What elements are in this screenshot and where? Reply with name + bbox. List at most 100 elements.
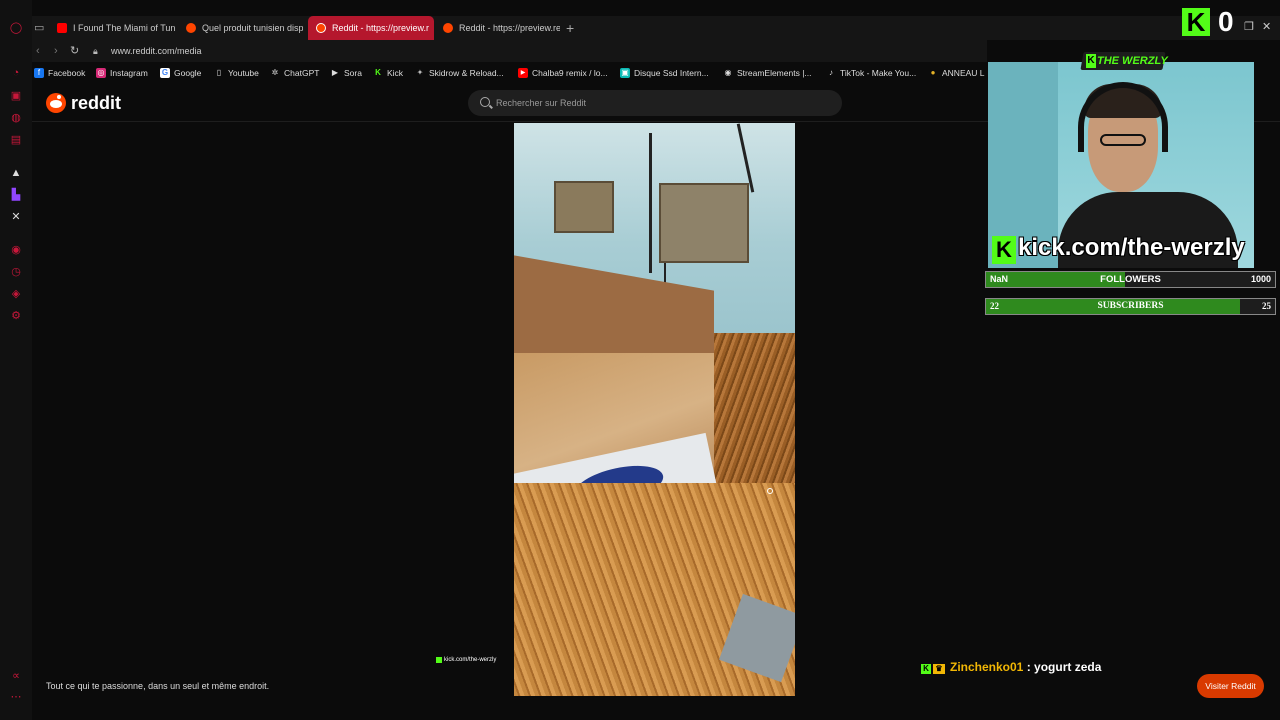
- reddit-tagline: Tout ce qui te passionne, dans un seul e…: [46, 681, 270, 691]
- followers-goal-bar: NaN FOLLOWERS 1000: [985, 271, 1276, 288]
- bookmark-label: TikTok - Make You...: [840, 68, 917, 78]
- bookmark-label: Facebook: [48, 68, 86, 78]
- kick-logo-icon: K: [1182, 8, 1210, 36]
- sora-icon: ▶: [331, 68, 339, 77]
- bookmark-youtube[interactable]: ▯ Youtube: [214, 66, 259, 80]
- streamer-name: THE WERZLY: [1097, 55, 1168, 67]
- address-bar: ‹ › ↻ 🔒︎ www.reddit.com/media: [32, 40, 987, 62]
- crown-badge-icon: ♛: [933, 664, 945, 674]
- bookmark-anneau[interactable]: ● ANNEAU L: [928, 66, 985, 80]
- bookmark-tiktok[interactable]: ♪ TikTok - Make You...: [826, 66, 916, 80]
- bookmark-label: StreamElements |...: [737, 68, 812, 78]
- bookmark-streamelements[interactable]: ◉ StreamElements |...: [723, 66, 812, 80]
- reddit-favicon-icon: [186, 23, 196, 33]
- bookmark-label: Disque Ssd Intern...: [634, 68, 709, 78]
- bookmark-skidrow[interactable]: ✦ Skidrow & Reload...: [415, 66, 504, 80]
- kick-k-icon: K: [1086, 54, 1096, 68]
- photo-electric-box: [659, 183, 749, 263]
- search-input[interactable]: [496, 95, 826, 111]
- bag-icon[interactable]: ▣: [9, 89, 23, 103]
- bookmark-label: ChatGPT: [284, 68, 320, 78]
- search-bar[interactable]: [468, 90, 842, 116]
- photo-outlet: [554, 181, 614, 233]
- player-icon[interactable]: ◉: [9, 243, 23, 257]
- bookmark-label: ANNEAU L: [942, 68, 985, 78]
- followers-title: FOLLOWERS: [1100, 274, 1161, 285]
- subscribers-target: 25: [1262, 301, 1271, 311]
- streamelements-icon: ◉: [724, 68, 732, 77]
- reddit-logo-icon[interactable]: [46, 93, 66, 113]
- reddit-wordmark[interactable]: reddit: [71, 92, 121, 114]
- restore-window-icon[interactable]: ❐: [1244, 20, 1254, 34]
- subscribers-title: SUBSCRIBERS: [1097, 301, 1164, 311]
- bookmark-label: Kick: [387, 68, 404, 78]
- settings-icon[interactable]: ⚙: [9, 309, 23, 323]
- new-tab-button[interactable]: +: [566, 20, 574, 36]
- close-window-icon[interactable]: ✕: [1262, 20, 1271, 34]
- bookmark-chalba9[interactable]: ▶ Chalba9 remix / lo...: [518, 66, 608, 80]
- bookmark-chatgpt[interactable]: ✲ ChatGPT: [270, 66, 320, 80]
- kick-viewer-count: 0: [1218, 6, 1234, 37]
- pinboard-icon[interactable]: ▤: [9, 133, 23, 147]
- search-icon: [480, 97, 490, 107]
- tab-1[interactable]: Quel produit tunisien disp: [178, 16, 303, 40]
- youtube-favicon-icon: [57, 23, 67, 33]
- opera-logo-icon[interactable]: ◯: [9, 21, 23, 35]
- chat-message: K ♛ Zinchenko01 : yogurt zeda: [921, 659, 1101, 675]
- screen: ◯ ◔ ▣ ◍ ▤ ▲ ▙ ✕ ◉ ◷ ◈ ⚙ ∝ ⋯ ▭ I Found Th…: [0, 0, 1280, 720]
- visit-reddit-button[interactable]: Visiter Reddit: [1197, 674, 1264, 698]
- photo-cable: [649, 133, 652, 273]
- tab-2-active[interactable]: Reddit - https://preview.r: [308, 16, 434, 40]
- tab-label: I Found The Miami of Tun: [73, 23, 175, 33]
- mouse-cursor-icon: [767, 488, 773, 494]
- stream-watermark: kick.com/the-werzly: [436, 656, 496, 665]
- browser-sidebar: ◯ ◔ ▣ ◍ ▤ ▲ ▙ ✕ ◉ ◷ ◈ ⚙ ∝ ⋯: [0, 0, 32, 720]
- tab-3[interactable]: Reddit - https://preview.re: [435, 16, 560, 40]
- store-icon: ▣: [620, 68, 630, 78]
- glasses-icon: [1100, 134, 1146, 146]
- back-icon[interactable]: ‹: [36, 43, 40, 59]
- tab-label: Reddit - https://preview.r: [332, 23, 430, 33]
- x-icon[interactable]: ✕: [9, 210, 23, 224]
- skidrow-icon: ✦: [416, 68, 424, 77]
- more-icon[interactable]: ⋯: [9, 690, 23, 704]
- bookmark-label: Google: [174, 68, 202, 78]
- extensions-icon[interactable]: ◈: [9, 287, 23, 301]
- reload-icon[interactable]: ↻: [70, 43, 79, 59]
- aria-ai-icon[interactable]: ▲: [9, 166, 23, 180]
- instagram-icon: ◎: [96, 68, 106, 78]
- bookmark-sora[interactable]: ▶ Sora: [330, 66, 362, 80]
- youtube-icon: ▶: [518, 68, 528, 78]
- twitch-icon[interactable]: ▙: [9, 188, 23, 202]
- bookmark-kick[interactable]: K Kick: [373, 66, 403, 80]
- kick-k-icon: K: [992, 236, 1016, 264]
- tab-label: Reddit - https://preview.re: [459, 23, 560, 33]
- reddit-favicon-icon: [443, 23, 453, 33]
- tab-label: Quel produit tunisien disp: [202, 23, 303, 33]
- chat-username: Zinchenko01: [950, 660, 1024, 674]
- messenger-icon[interactable]: ◍: [9, 111, 23, 125]
- facebook-icon: f: [34, 68, 44, 78]
- bookmark-disque-ssd[interactable]: ▣ Disque Ssd Intern...: [620, 66, 709, 80]
- bookmark-label: Sora: [344, 68, 362, 78]
- url-field[interactable]: www.reddit.com/media: [111, 44, 202, 58]
- chat-text: yogurt zeda: [1034, 660, 1102, 674]
- history-icon[interactable]: ◷: [9, 265, 23, 279]
- google-icon: G: [160, 68, 170, 78]
- forward-icon[interactable]: ›: [54, 43, 58, 59]
- lock-icon: 🔒︎: [93, 46, 98, 56]
- bookmark-instagram[interactable]: ◎ Instagram: [96, 66, 148, 80]
- tab-0[interactable]: I Found The Miami of Tun: [49, 16, 175, 40]
- chatgpt-icon: ✲: [271, 68, 279, 77]
- kick-channel-url: kick.com/the-werzly: [1018, 234, 1245, 261]
- bookmark-label: Chalba9 remix / lo...: [532, 68, 608, 78]
- bookmark-facebook[interactable]: f Facebook: [34, 66, 85, 80]
- media-image[interactable]: [514, 123, 795, 696]
- sidebar-ai-icon[interactable]: ∝: [9, 669, 23, 683]
- subscribers-goal-bar: 22 SUBSCRIBERS 25: [985, 298, 1276, 315]
- bookmark-google[interactable]: G Google: [160, 66, 201, 80]
- bookmark-label: Skidrow & Reload...: [429, 68, 504, 78]
- tab-menu-icon[interactable]: ▭: [34, 20, 44, 36]
- aria-icon[interactable]: ◔: [9, 66, 23, 80]
- kick-icon: K: [375, 68, 381, 77]
